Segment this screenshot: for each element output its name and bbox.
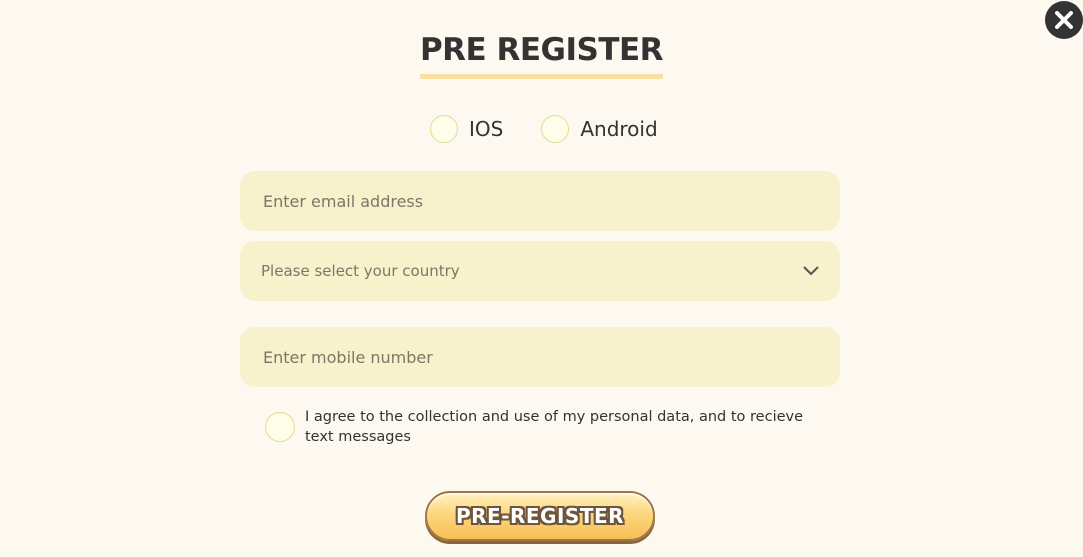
platform-selector: IOS Android [430, 115, 658, 143]
agreement-text: I agree to the collection and use of my … [305, 409, 804, 445]
platform-option-android[interactable]: Android [541, 115, 658, 143]
country-select-placeholder: Please select your country [261, 262, 460, 280]
chevron-down-icon [803, 266, 819, 275]
agreement-checkbox[interactable] [265, 412, 295, 442]
android-radio[interactable] [541, 115, 570, 143]
agreement-row: I agree to the collection and use of my … [265, 407, 805, 447]
email-field-container [240, 171, 840, 231]
android-label: Android [580, 117, 658, 141]
pre-register-button[interactable]: PRE-REGISTER [425, 491, 655, 541]
country-select[interactable]: Please select your country [240, 241, 840, 301]
page-title: PRE REGISTER [419, 30, 664, 79]
ios-radio[interactable] [430, 115, 458, 143]
pre-register-modal: PRE REGISTER IOS Android Please select y… [0, 0, 1083, 557]
close-icon [1055, 11, 1073, 29]
mobile-field-container [240, 327, 840, 387]
mobile-input[interactable] [261, 346, 819, 368]
title-container: PRE REGISTER [0, 30, 1083, 79]
ios-label: IOS [469, 117, 504, 141]
pre-register-button-label: PRE-REGISTER [455, 504, 625, 528]
platform-option-ios[interactable]: IOS [430, 115, 503, 143]
email-input[interactable] [261, 190, 819, 212]
